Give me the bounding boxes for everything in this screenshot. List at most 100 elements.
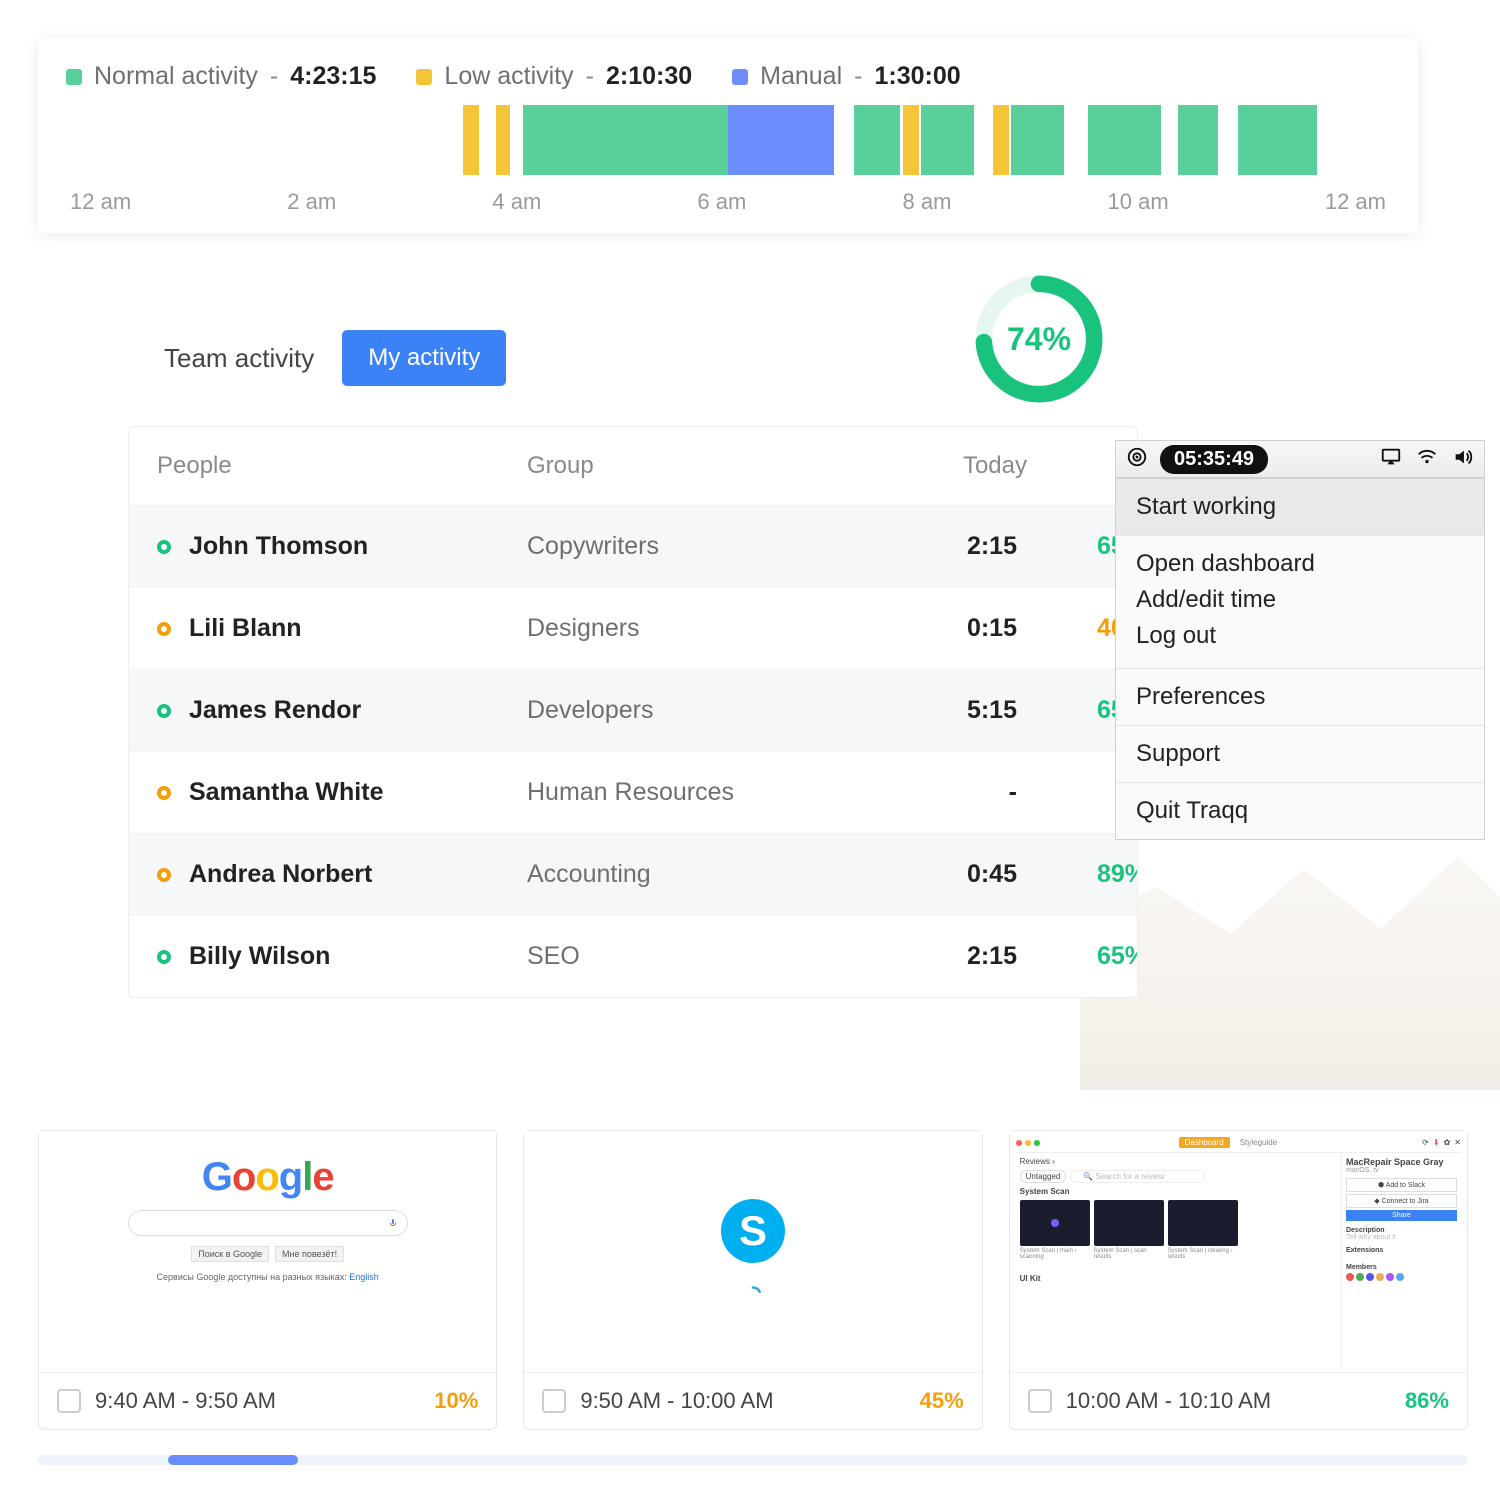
- progress-ring: 74%: [970, 270, 1108, 408]
- screenshot-card-3[interactable]: Dashboard Styleguide ⟳ ⬇ ✿ ✕ Reviews › U…: [1009, 1130, 1468, 1430]
- screenshot-footer: 9:40 AM - 9:50 AM 10%: [39, 1373, 496, 1429]
- menu-preferences[interactable]: Preferences: [1116, 669, 1484, 726]
- app-tab-dashboard: Dashboard: [1179, 1137, 1230, 1148]
- header-today: Today: [847, 452, 1027, 480]
- table-row[interactable]: James RendorDevelopers5:1565%: [129, 669, 1137, 751]
- screenshot-footer: 9:50 AM - 10:00 AM 45%: [524, 1373, 981, 1429]
- screenshot-preview-skype: S: [524, 1131, 981, 1373]
- legend-low-value: 2:10:30: [606, 62, 692, 91]
- timeline-segment[interactable]: [921, 105, 974, 175]
- gear-icon: ✿: [1444, 1138, 1451, 1147]
- timeline-segment[interactable]: [903, 105, 919, 175]
- menu-start-working[interactable]: Start working: [1116, 479, 1484, 536]
- legend-manual: Manual - 1:30:00: [732, 62, 961, 91]
- screenshot-checkbox[interactable]: [1028, 1389, 1052, 1413]
- header-people: People: [157, 452, 527, 480]
- menu-log-out[interactable]: Log out: [1136, 618, 1464, 654]
- swatch-normal: [66, 69, 82, 85]
- airplay-icon[interactable]: [1380, 446, 1402, 473]
- screenshot-checkbox[interactable]: [542, 1389, 566, 1413]
- activity-card: Team activity My activity People Group T…: [128, 310, 1138, 998]
- axis-tick: 6 am: [697, 189, 746, 215]
- today-time: 5:15: [847, 696, 1027, 725]
- screenshot-footer: 10:00 AM - 10:10 AM 86%: [1010, 1373, 1467, 1429]
- today-pct: 65%: [1027, 942, 1138, 971]
- today-time: 0:45: [847, 860, 1027, 889]
- axis-tick: 2 am: [287, 189, 336, 215]
- timeline-segment[interactable]: [728, 105, 834, 175]
- sync-icon: ⟳: [1422, 1138, 1429, 1147]
- status-dot-icon: [157, 622, 171, 636]
- screenshot-timerange: 10:00 AM - 10:10 AM: [1066, 1388, 1271, 1414]
- menubar-timer[interactable]: 05:35:49: [1160, 445, 1268, 474]
- menu-add-edit-time[interactable]: Add/edit time: [1136, 582, 1464, 618]
- horizontal-scrollbar[interactable]: [38, 1455, 1468, 1465]
- screenshot-card-2[interactable]: S 9:50 AM - 10:00 AM 45%: [523, 1130, 982, 1430]
- activity-table: People Group Today John ThomsonCopywrite…: [128, 426, 1138, 998]
- table-row[interactable]: Billy Wilson SEO2:1565%: [129, 915, 1137, 997]
- app-section-scan: System Scan: [1020, 1187, 1331, 1196]
- timeline-segment[interactable]: [523, 105, 728, 175]
- swatch-manual: [732, 69, 748, 85]
- person-group: Human Resources: [527, 778, 847, 807]
- timeline-segment[interactable]: [993, 105, 1009, 175]
- person-name: Billy Wilson: [189, 942, 330, 971]
- menu-support[interactable]: Support: [1116, 726, 1484, 783]
- timeline-segment[interactable]: [496, 105, 509, 175]
- timeline-segment[interactable]: [1178, 105, 1218, 175]
- table-row[interactable]: Samantha WhiteHuman Resources-: [129, 751, 1137, 833]
- tray-dropdown: Start working Open dashboard Add/edit ti…: [1115, 478, 1485, 840]
- google-logo: Google: [39, 1155, 496, 1200]
- person-group: Designers: [527, 614, 847, 643]
- timeline-segment[interactable]: [1238, 105, 1317, 175]
- app-tag: Untagged: [1020, 1170, 1067, 1183]
- legend-manual-value: 1:30:00: [874, 62, 960, 91]
- person-group: Copywriters: [527, 532, 847, 561]
- mac-menubar: 05:35:49: [1115, 440, 1485, 478]
- google-lang-footer: Сервисы Google доступны на разных языках…: [39, 1272, 496, 1282]
- app-tray-icon[interactable]: [1126, 446, 1148, 473]
- timeline-segment[interactable]: [1088, 105, 1161, 175]
- timeline-card: Normal activity - 4:23:15 Low activity -…: [38, 38, 1418, 233]
- table-row[interactable]: John ThomsonCopywriters2:1565%: [129, 505, 1137, 587]
- legend-low: Low activity - 2:10:30: [416, 62, 692, 91]
- progress-ring-value: 74%: [970, 270, 1108, 408]
- app-breadcrumb: Reviews ›: [1020, 1157, 1331, 1166]
- screenshot-timerange: 9:50 AM - 10:00 AM: [580, 1388, 773, 1414]
- tab-team-activity[interactable]: Team activity: [158, 333, 320, 384]
- screenshot-card-1[interactable]: Google Поиск в Google Мне повезёт! Серви…: [38, 1130, 497, 1430]
- wifi-icon[interactable]: [1416, 446, 1438, 473]
- table-header: People Group Today: [129, 427, 1137, 505]
- table-row[interactable]: Andrea NorbertAccounting0:4589%: [129, 833, 1137, 915]
- timeline-bar[interactable]: [66, 105, 1390, 175]
- today-time: 0:15: [847, 614, 1027, 643]
- menu-open-dashboard[interactable]: Open dashboard: [1136, 546, 1464, 582]
- tab-my-activity[interactable]: My activity: [342, 330, 506, 386]
- screenshot-pct: 10%: [434, 1388, 478, 1414]
- screenshot-timerange: 9:40 AM - 9:50 AM: [95, 1388, 276, 1414]
- timeline-segment[interactable]: [463, 105, 479, 175]
- volume-icon[interactable]: [1452, 446, 1474, 473]
- axis-tick: 10 am: [1108, 189, 1169, 215]
- spinner-icon: [743, 1285, 763, 1305]
- person-group: SEO: [527, 942, 847, 971]
- timeline-legend: Normal activity - 4:23:15 Low activity -…: [66, 62, 1390, 91]
- table-row[interactable]: Lili BlannDesigners0:1540%: [129, 587, 1137, 669]
- today-time: 2:15: [847, 532, 1027, 561]
- menu-quit[interactable]: Quit Traqq: [1116, 783, 1484, 839]
- axis-tick: 12 am: [1325, 189, 1386, 215]
- timeline-segment[interactable]: [1011, 105, 1064, 175]
- timeline-segment[interactable]: [854, 105, 900, 175]
- today-time: -: [847, 778, 1027, 807]
- status-dot-icon: [157, 950, 171, 964]
- timeline-axis: 12 am2 am4 am6 am8 am10 am12 am: [66, 183, 1390, 215]
- person-name: Andrea Norbert: [189, 860, 372, 889]
- app-section-uikit: UI Kit: [1020, 1274, 1331, 1283]
- traffic-lights-icon: [1016, 1140, 1040, 1146]
- legend-manual-label: Manual: [760, 62, 842, 91]
- legend-normal: Normal activity - 4:23:15: [66, 62, 376, 91]
- scrollbar-thumb[interactable]: [168, 1455, 298, 1465]
- screenshot-checkbox[interactable]: [57, 1389, 81, 1413]
- screenshot-row: Google Поиск в Google Мне повезёт! Серви…: [38, 1130, 1468, 1430]
- today-time: 2:15: [847, 942, 1027, 971]
